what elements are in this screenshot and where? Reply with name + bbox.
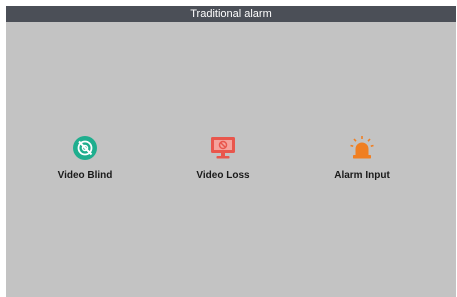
traditional-alarm-window: Traditional alarm Video Blind Video Loss…: [6, 6, 456, 297]
alarm-input-label: Alarm Input: [334, 170, 390, 181]
alarm-light-icon: [349, 135, 375, 161]
window-title: Traditional alarm: [6, 6, 456, 22]
video-blind-button[interactable]: Video Blind: [30, 135, 140, 185]
video-loss-label: Video Loss: [196, 170, 250, 181]
video-loss-button[interactable]: Video Loss: [168, 135, 278, 185]
alarm-type-panel: Video Blind Video Loss Alarm Input: [6, 22, 456, 297]
video-blind-label: Video Blind: [57, 170, 113, 181]
video-loss-icon: [210, 135, 236, 161]
alarm-input-button[interactable]: Alarm Input: [307, 135, 417, 185]
video-blind-icon: [72, 135, 98, 161]
